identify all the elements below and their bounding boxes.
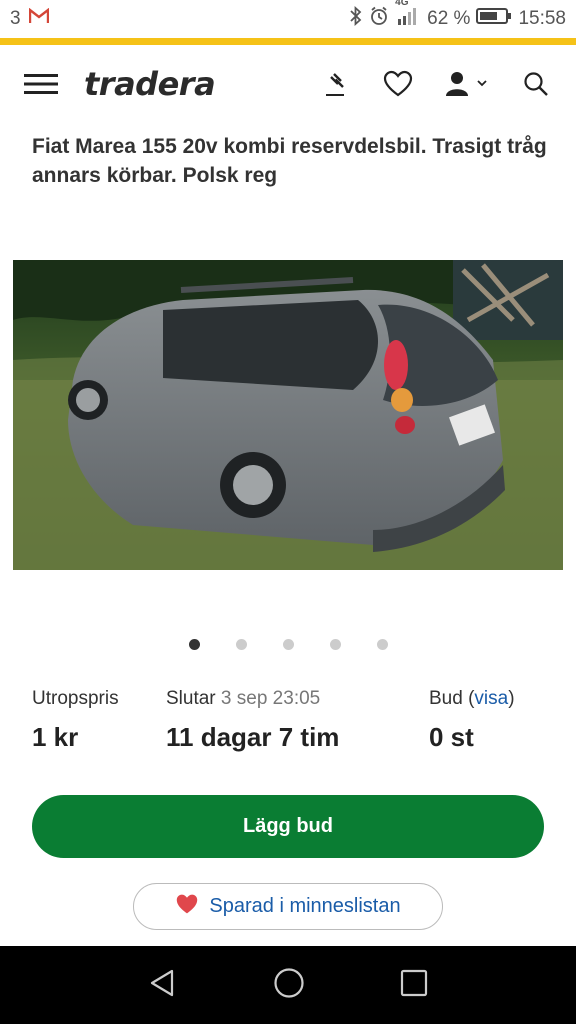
back-icon[interactable] (148, 968, 178, 1003)
home-icon[interactable] (273, 967, 305, 1004)
start-price-value: 1 kr (32, 722, 79, 752)
bluetooth-icon (349, 5, 363, 32)
ends-at: Slutar 3 sep 23:05 11 dagar 7 tim (166, 688, 339, 753)
ends-label: Slutar (166, 688, 216, 709)
bids-label-row: Bud (visa) (429, 688, 515, 710)
pager-dot[interactable] (235, 639, 247, 650)
start-price-label: Utropspris (32, 688, 119, 709)
bids: Bud (visa) 0 st (429, 688, 515, 753)
pager-dot[interactable] (188, 639, 200, 650)
gmail-icon (28, 7, 49, 30)
saved-watchlist-button[interactable]: Sparad i minneslistan (133, 883, 443, 930)
bids-label: Bud (429, 688, 463, 709)
place-bid-button[interactable]: Lägg bud (32, 795, 544, 858)
clock: 15:58 (518, 8, 566, 29)
alarm-icon (369, 6, 389, 32)
app-header: tradera (0, 45, 576, 123)
pager-dot[interactable] (329, 639, 341, 650)
auction-hammer-icon[interactable] (320, 68, 352, 100)
show-bids-link[interactable]: visa (474, 688, 508, 709)
pager-dot[interactable] (282, 639, 294, 650)
heart-icon[interactable] (382, 68, 414, 100)
image-pager (0, 639, 576, 650)
ends-date: 3 sep 23:05 (220, 688, 321, 709)
auction-info: Utropspris 1 kr Slutar 3 sep 23:05 11 da… (32, 688, 552, 758)
listing-photo[interactable] (13, 260, 563, 570)
user-icon[interactable] (444, 68, 490, 100)
menu-icon[interactable] (24, 68, 58, 100)
listing-title: Fiat Marea 155 20v kombi reservdelsbil. … (32, 135, 547, 187)
tradera-logo[interactable]: tradera (84, 65, 216, 103)
accent-bar (0, 38, 576, 45)
ends-label-row: Slutar 3 sep 23:05 (166, 688, 339, 710)
search-icon[interactable] (520, 68, 552, 100)
pager-dot[interactable] (376, 639, 388, 650)
network-type: 4G (395, 0, 409, 8)
bids-paren-close: ) (508, 688, 515, 709)
battery-percent: 62 % (427, 8, 471, 29)
signal-icon: 4G (395, 0, 421, 33)
heart-filled-icon (175, 893, 199, 921)
bids-count: 0 st (429, 722, 474, 752)
battery-icon (476, 7, 512, 31)
system-nav-bar (0, 946, 576, 1024)
ends-remaining: 11 dagar 7 tim (166, 722, 340, 752)
notification-count: 3 (10, 8, 21, 29)
saved-label: Sparad i minneslistan (209, 895, 401, 917)
start-price: Utropspris 1 kr (32, 688, 119, 753)
status-bar: 3 4G 62 % 15:58 (0, 0, 576, 38)
recents-icon[interactable] (400, 969, 428, 1002)
